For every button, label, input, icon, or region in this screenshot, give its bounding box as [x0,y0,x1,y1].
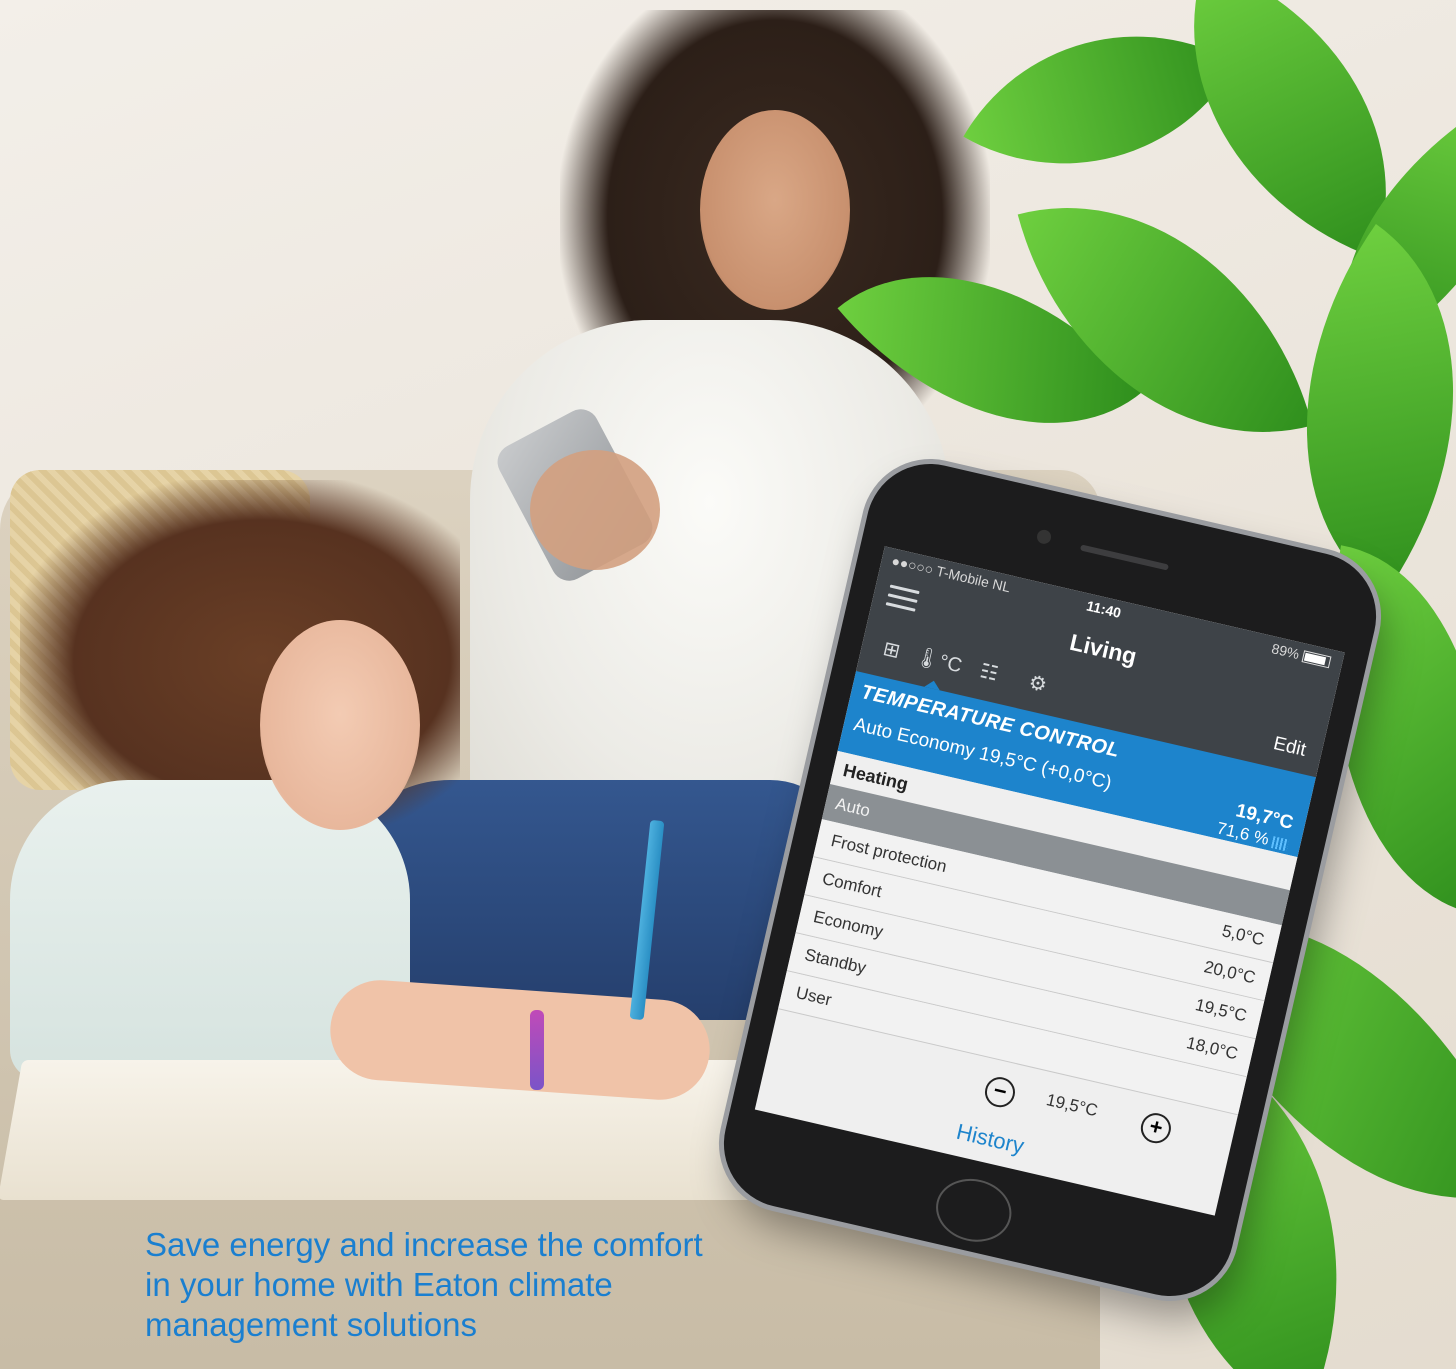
battery-percent: 89% [1270,640,1301,663]
grid-icon[interactable]: ⊞ [866,626,918,675]
gears-icon[interactable]: ⚙ [1012,660,1064,709]
sliders-icon[interactable]: ☷ [963,649,1015,698]
preset-label: Standby [802,945,868,978]
thermometer-icon[interactable]: 🌡°C [910,636,964,685]
edit-button[interactable]: Edit [1271,733,1308,762]
tab-bar: ⊞ 🌡°C ☷ ⚙ [866,626,1049,697]
clock: 11:40 [1084,597,1123,621]
minus-icon[interactable]: − [981,1074,1018,1111]
woman-face [700,110,850,310]
heating-icon [1270,835,1290,851]
preset-label: User [794,983,834,1010]
woman-hand [530,450,660,570]
battery-icon [1301,650,1332,669]
preset-label: Economy [811,907,885,942]
setpoint-value: 19,5°C [1044,1090,1100,1121]
girl-face [260,620,420,830]
preset-label: Comfort [820,869,884,902]
bracelet [530,1010,544,1090]
marketing-caption: Save energy and increase the comfort in … [145,1226,703,1343]
plus-icon[interactable]: + [1137,1110,1174,1147]
